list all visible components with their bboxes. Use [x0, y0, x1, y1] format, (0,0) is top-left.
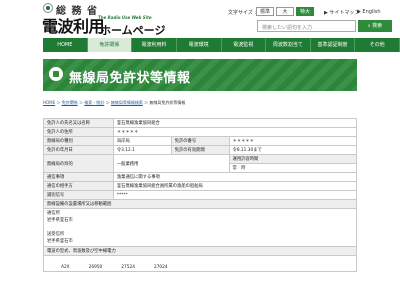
license-number-label: 免許の番号: [170, 136, 230, 146]
license-date-label: 免許の年月日: [43, 145, 114, 155]
operating-hours-value: 常 時: [228, 163, 358, 173]
breadcrumb: HOME ＞ 免許関係 ＞ 検索・統計 ＞ 無線局等情報検索 ＞ 無線局免許状等…: [43, 100, 185, 106]
breadcrumb-separator: ＞: [144, 100, 149, 105]
nav-item-usage-fee[interactable]: 電波利用料: [132, 38, 177, 52]
font-size-xlarge-button[interactable]: 特大: [296, 7, 314, 16]
nav-item-license[interactable]: 免許関係: [87, 38, 133, 52]
nav-item-other[interactable]: その他: [355, 38, 400, 52]
location-line: [47, 224, 353, 231]
breadcrumb-home[interactable]: HOME: [43, 100, 55, 105]
frequency-value: 27524: [121, 265, 135, 270]
site-logo[interactable]: 電波利用: [42, 13, 105, 37]
table-row: 免許の年月日 令3.12.1 免許の有効期間 令8.11.30まで: [43, 145, 358, 155]
location-value: 通信所 岩手県釜石市 送受信所 岩手県釜石市: [43, 208, 357, 247]
licensee-name-label: 免許人の氏名又は名称: [43, 118, 114, 128]
station-type-value: 海岸局: [112, 136, 172, 146]
license-number-value: ＊＊＊＊＊: [228, 136, 358, 146]
page-banner: 無線局免許状等情報: [43, 59, 357, 91]
breadcrumb-separator: ＞: [105, 100, 110, 105]
station-type-label: 無線局の種別: [43, 136, 114, 146]
search-input[interactable]: 検索したい語句を入力: [257, 20, 356, 32]
site-logo-homepage[interactable]: ホームページ: [100, 22, 165, 38]
table-row: 免許人の住所 ＊＊＊＊＊: [43, 127, 358, 137]
banner-icon: [49, 67, 63, 81]
search-icon: ⌕: [367, 23, 371, 29]
table-row: 無線設備の設置場所又は移動範囲: [43, 199, 357, 209]
breadcrumb-station-search[interactable]: 無線局等情報検索: [111, 100, 143, 105]
breadcrumb-separator: ＞: [56, 100, 61, 105]
licensee-name-value: 釜石無線漁業協同組合: [112, 118, 358, 128]
table-row: 免許人の氏名又は名称 釜石無線漁業協同組合: [43, 118, 358, 128]
location-header: 無線設備の設置場所又は移動範囲: [43, 199, 357, 209]
page-title: 無線局免許状等情報: [69, 71, 191, 86]
frequency-value: 27024: [153, 265, 168, 270]
breadcrumb-current: 無線局免許状等情報: [149, 100, 186, 105]
ministry-emblem-icon: [43, 3, 53, 13]
location-line: 岩手県釜石市: [47, 218, 73, 223]
license-info-table: 免許人の氏名又は名称 釜石無線漁業協同組合 免許人の住所 ＊＊＊＊＊ 無線局の種…: [43, 118, 358, 272]
font-size-label: 文字サイズ :: [228, 10, 257, 16]
nav-item-certification[interactable]: 基準認証制度: [311, 38, 356, 52]
validity-value: 令8.11.30まで: [228, 145, 358, 155]
nav-item-environment[interactable]: 電波環境: [177, 38, 222, 52]
frequency-value: A2X: [61, 265, 70, 270]
site-logo-subtitle: The Radio Use Web Site: [98, 15, 152, 20]
table-row: 無線局の種別 海岸局 免許の番号 ＊＊＊＊＊: [43, 136, 358, 146]
search-button-label: 検索: [372, 23, 383, 29]
search-button[interactable]: ⌕ 検索: [358, 20, 392, 32]
licensee-address-label: 免許人の住所: [43, 127, 114, 137]
breadcrumb-separator: ＞: [78, 100, 83, 105]
comm-matters-label: 通信事項: [43, 172, 114, 182]
english-link[interactable]: ▶ English: [357, 9, 381, 15]
breadcrumb-search-stats[interactable]: 検索・統計: [84, 100, 104, 105]
validity-label: 免許の有効期間: [170, 145, 230, 155]
table-row: 識別信号 *****: [43, 190, 358, 200]
licensee-address-value: ＊＊＊＊＊: [112, 127, 358, 137]
callsign-label: 識別信号: [43, 190, 114, 200]
site-header: 総 務 省 電波利用 The Radio Use Web Site ホームページ…: [0, 0, 400, 40]
purpose-value: 一般業務用: [112, 154, 230, 173]
nav-item-frequency[interactable]: 周波数割当て: [266, 38, 311, 52]
operating-hours-label: 運用許容時間: [228, 154, 358, 164]
sitemap-link[interactable]: ▶ サイトマップ: [324, 9, 359, 16]
table-row: 通信の相手方 釜石無線漁業協同組合員所属の漁船の船舶局: [43, 181, 358, 191]
table-row: 電波の型式、周波数及び空中線電力: [43, 246, 357, 256]
table-row: 通信事項 漁業通信に関する事項: [43, 172, 358, 182]
nav-item-home[interactable]: HOME: [43, 38, 88, 52]
callsign-value: *****: [112, 190, 358, 200]
location-line: 送受信所: [47, 232, 65, 237]
table-row: A2X 26950 27524 27024: [43, 255, 357, 272]
license-date-value: 令3.12.1: [112, 145, 172, 155]
purpose-label: 無線局の目的: [43, 154, 114, 173]
breadcrumb-license[interactable]: 免許関係: [62, 100, 78, 105]
location-line: 通信所: [47, 211, 60, 216]
table-row: 通信所 岩手県釜石市 送受信所 岩手県釜石市: [43, 208, 357, 247]
frequency-value: 26950: [88, 265, 103, 270]
comm-partner-value: 釜石無線漁業協同組合員所属の漁船の船舶局: [112, 181, 358, 191]
emission-header: 電波の型式、周波数及び空中線電力: [43, 246, 357, 256]
main-nav: HOME 免許関係 電波利用料 電波環境 電波監視 周波数割当て 基準認証制度 …: [43, 38, 400, 52]
comm-matters-value: 漁業通信に関する事項: [112, 172, 358, 182]
frequency-values: A2X 26950 27524 27024: [43, 255, 357, 272]
comm-partner-label: 通信の相手方: [43, 181, 114, 191]
nav-item-monitoring[interactable]: 電波監視: [222, 38, 267, 52]
table-row: 無線局の目的 一般業務用 運用許容時間: [43, 154, 358, 173]
location-line: 岩手県釜石市: [47, 239, 73, 244]
font-size-standard-button[interactable]: 標準: [256, 7, 274, 16]
font-size-large-button[interactable]: 大: [276, 7, 294, 16]
